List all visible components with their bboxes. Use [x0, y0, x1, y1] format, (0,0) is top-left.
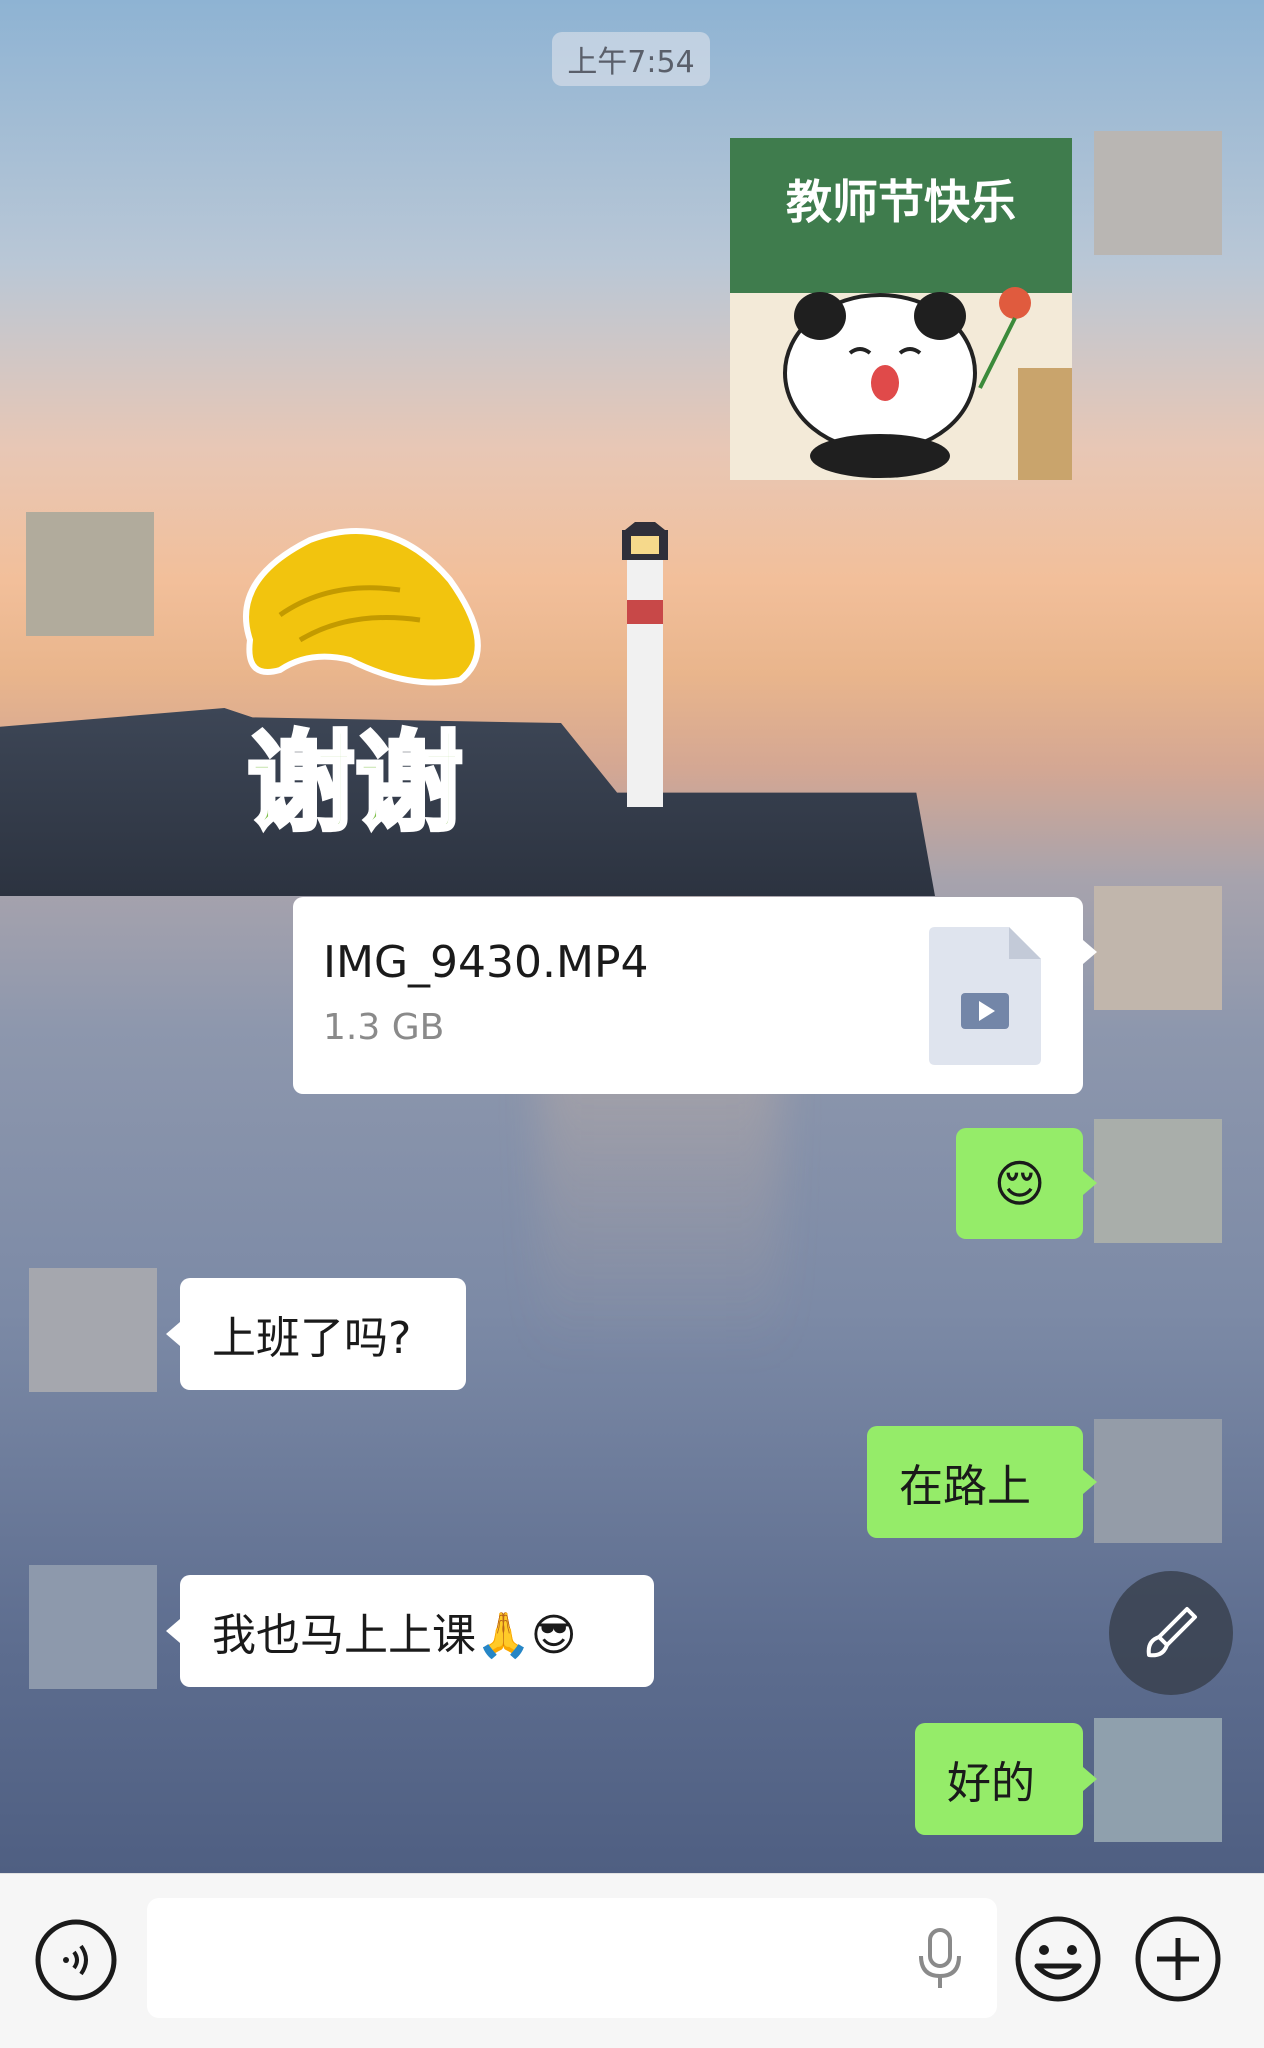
my-avatar[interactable] [1094, 131, 1222, 255]
message-bubble-text[interactable]: 好的 [915, 1723, 1083, 1835]
sticker-text-teachers-day: 教师节快乐 [786, 175, 1016, 229]
file-bubble-tail [1083, 940, 1097, 964]
contact-avatar[interactable] [29, 1268, 157, 1392]
my-avatar[interactable] [1094, 886, 1222, 1010]
sticker-text-thanks: 谢谢 [247, 721, 463, 846]
message-input[interactable] [147, 1898, 997, 2018]
video-file-icon [929, 927, 1041, 1065]
brush-icon [1146, 1607, 1197, 1658]
my-avatar[interactable] [1094, 1119, 1222, 1243]
message-bubble-text[interactable]: 在路上 [867, 1426, 1083, 1538]
floating-edit-button[interactable] [1109, 1571, 1233, 1695]
microphone-icon[interactable] [915, 1928, 965, 1990]
relieved-emoji-icon: 😌 [993, 1154, 1046, 1213]
sticker-teachers-day[interactable]: 教师节快乐 [730, 138, 1072, 480]
file-name: IMG_9430.MP4 [323, 937, 649, 988]
message-text: 在路上 [899, 1461, 1031, 1512]
file-message[interactable]: IMG_9430.MP4 1.3 GB [293, 897, 1083, 1094]
my-avatar[interactable] [1094, 1718, 1222, 1842]
message-bubble-text[interactable]: 我也马上上课🙏😎 [180, 1575, 654, 1687]
voice-toggle-icon[interactable] [34, 1918, 118, 2002]
input-toolbar [0, 1873, 1264, 2048]
background-lighthouse [622, 522, 668, 807]
message-text: 我也马上上课🙏😎 [212, 1610, 577, 1661]
bubble-tail [166, 1619, 180, 1643]
file-size: 1.3 GB [323, 1007, 445, 1048]
contact-avatar[interactable] [29, 1565, 157, 1689]
message-bubble-emoji[interactable]: 😌 [956, 1128, 1083, 1239]
bubble-tail [1083, 1470, 1097, 1494]
message-text: 好的 [947, 1758, 1035, 1809]
contact-avatar[interactable] [26, 512, 154, 636]
bubble-tail [1083, 1767, 1097, 1791]
sticker-thanks[interactable]: 谢谢 [190, 520, 520, 850]
my-avatar[interactable] [1094, 1419, 1222, 1543]
message-bubble-text[interactable]: 上班了吗? [180, 1278, 466, 1390]
emoji-bubble-tail [1083, 1171, 1097, 1195]
plus-icon[interactable] [1133, 1914, 1223, 2004]
emoji-face-icon[interactable] [1013, 1914, 1103, 2004]
bubble-tail [166, 1322, 180, 1346]
message-text: 上班了吗? [212, 1313, 412, 1364]
timestamp: 上午7:54 [552, 32, 710, 86]
